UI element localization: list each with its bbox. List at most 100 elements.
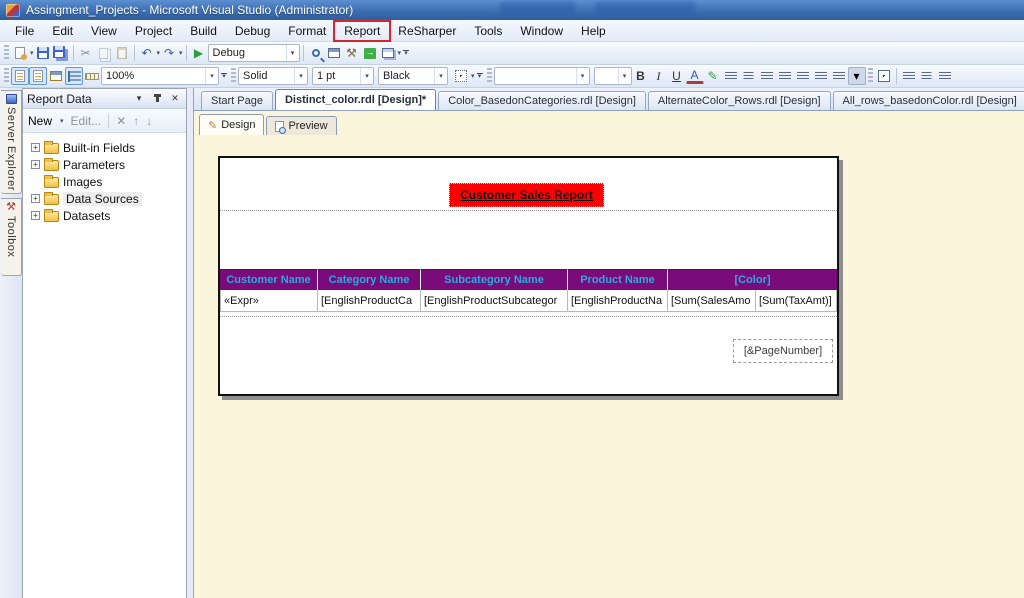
align-lefts-icon[interactable] — [900, 67, 918, 85]
delete-icon[interactable]: ✕ — [116, 114, 126, 128]
expand-icon[interactable]: + — [31, 211, 40, 220]
combo-dropdown-icon[interactable]: ▾ — [294, 68, 307, 84]
combo-dropdown-icon[interactable]: ▾ — [205, 68, 218, 84]
align-centers-icon[interactable] — [918, 67, 936, 85]
toolbox-tab[interactable]: ⚒ Toolbox — [1, 198, 22, 276]
tab-preview[interactable]: Preview — [266, 116, 336, 135]
formatting-dropdown-icon[interactable]: ▾ — [848, 67, 866, 85]
expand-icon[interactable]: + — [31, 160, 40, 169]
menu-file[interactable]: File — [6, 22, 43, 40]
menu-format[interactable]: Format — [279, 22, 335, 40]
snap-to-grid-icon[interactable] — [875, 67, 893, 85]
tree-item-data-sources[interactable]: + Data Sources — [31, 190, 186, 207]
tree-item-images[interactable]: Images — [31, 173, 186, 190]
menu-tools[interactable]: Tools — [465, 22, 511, 40]
other-windows-icon[interactable] — [379, 44, 397, 62]
report-properties-icon[interactable] — [47, 67, 65, 85]
increase-indent-icon[interactable] — [830, 67, 848, 85]
border-style-combo[interactable]: Solid ▾ — [238, 67, 308, 85]
move-down-icon[interactable]: ↓ — [146, 114, 152, 128]
align-center-icon[interactable] — [740, 67, 758, 85]
tab-color-basedoncategories[interactable]: Color_BasedonCategories.rdl [Design] — [438, 91, 646, 110]
tools-icon[interactable]: ⚒ — [343, 44, 361, 62]
tab-all-rows-basedoncolor[interactable]: All_rows_basedonColor.rdl [Design] — [833, 91, 1024, 110]
report-table[interactable]: Customer Name Category Name Subcategory … — [220, 269, 837, 312]
align-rights-icon[interactable] — [936, 67, 954, 85]
report-title-textbox[interactable]: Customer Sales Report — [449, 183, 604, 207]
cut-icon[interactable]: ✂ — [77, 44, 95, 62]
cell-sum-sales-amount[interactable]: [Sum(SalesAmo — [668, 290, 756, 312]
menu-window[interactable]: Window — [511, 22, 572, 40]
column-header-customer-name[interactable]: Customer Name — [220, 269, 318, 290]
redo-icon[interactable]: ↷ — [160, 44, 178, 62]
column-header-color[interactable]: [Color] — [668, 269, 837, 290]
font-color-icon[interactable]: A — [686, 68, 704, 84]
report-data-panel-header[interactable]: Report Data ▾ ✕ — [23, 89, 186, 109]
report-header-toggle-icon[interactable] — [11, 67, 29, 85]
solution-configurations-combo[interactable]: Debug ▾ — [208, 44, 300, 62]
toolbar-overflow-icon[interactable]: ▾ — [401, 44, 411, 62]
server-explorer-tab[interactable]: Server Explorer — [1, 90, 22, 194]
borders-icon[interactable] — [452, 67, 470, 85]
expand-icon[interactable]: + — [31, 143, 40, 152]
tree-item-parameters[interactable]: + Parameters — [31, 156, 186, 173]
font-name-combo[interactable]: ▾ — [494, 67, 590, 85]
combo-dropdown-icon[interactable]: ▾ — [618, 68, 631, 84]
toolbar-grip[interactable] — [868, 68, 873, 84]
align-right-icon[interactable] — [758, 67, 776, 85]
menu-resharper[interactable]: ReSharper — [389, 22, 465, 40]
tree-item-built-in-fields[interactable]: + Built-in Fields — [31, 139, 186, 156]
tab-distinct-color[interactable]: Distinct_color.rdl [Design]* — [275, 89, 436, 110]
combo-dropdown-icon[interactable]: ▾ — [286, 45, 299, 61]
panel-window-menu-icon[interactable]: ▾ — [132, 93, 146, 104]
navigate-icon[interactable] — [361, 44, 379, 62]
copy-icon[interactable] — [95, 44, 113, 62]
background-color-icon[interactable]: ✎ — [704, 67, 722, 85]
toolbar-overflow-icon[interactable]: ▾ — [219, 67, 229, 85]
combo-dropdown-icon[interactable]: ▾ — [576, 68, 589, 84]
menu-debug[interactable]: Debug — [226, 22, 279, 40]
cell-english-product-subcategory[interactable]: [EnglishProductSubcategor — [421, 290, 568, 312]
page-number-textbox[interactable]: [&PageNumber] — [733, 339, 833, 363]
cell-sum-tax-amount[interactable]: [Sum(TaxAmt)] — [756, 290, 837, 312]
tab-start-page[interactable]: Start Page — [201, 91, 273, 110]
expand-icon[interactable]: + — [31, 194, 40, 203]
toolbar-grip[interactable] — [4, 45, 9, 61]
panel-pin-icon[interactable] — [150, 94, 164, 104]
new-item-dropdown-icon[interactable]: ▾ — [30, 49, 34, 57]
font-size-combo[interactable]: ▾ — [594, 67, 632, 85]
border-color-combo[interactable]: Black ▾ — [378, 67, 448, 85]
column-header-subcategory-name[interactable]: Subcategory Name — [421, 269, 568, 290]
toolbar-grip[interactable] — [231, 68, 236, 84]
ruler-icon[interactable] — [83, 67, 101, 85]
properties-window-icon[interactable] — [325, 44, 343, 62]
find-in-files-icon[interactable] — [307, 44, 325, 62]
new-button[interactable]: New — [28, 114, 52, 128]
report-page[interactable]: Customer Sales Report Customer Name Cate… — [218, 156, 839, 396]
column-header-product-name[interactable]: Product Name — [568, 269, 668, 290]
menu-build[interactable]: Build — [181, 22, 226, 40]
align-left-icon[interactable] — [722, 67, 740, 85]
toolbar-grip[interactable] — [487, 68, 492, 84]
menu-view[interactable]: View — [82, 22, 126, 40]
tree-item-datasets[interactable]: + Datasets — [31, 207, 186, 224]
numbered-list-icon[interactable] — [776, 67, 794, 85]
border-width-combo[interactable]: 1 pt ▾ — [312, 67, 374, 85]
grouping-pane-icon[interactable] — [65, 67, 83, 85]
cell-expr[interactable]: «Expr» — [220, 290, 318, 312]
bold-icon[interactable]: B — [632, 67, 650, 85]
toolbar-grip[interactable] — [4, 68, 9, 84]
redo-dropdown-icon[interactable]: ▾ — [179, 49, 183, 57]
decrease-indent-icon[interactable] — [812, 67, 830, 85]
paste-icon[interactable] — [113, 44, 131, 62]
underline-icon[interactable]: U — [668, 67, 686, 85]
italic-icon[interactable]: I — [650, 67, 668, 85]
panel-close-icon[interactable]: ✕ — [168, 93, 182, 104]
combo-dropdown-icon[interactable]: ▾ — [434, 68, 447, 84]
cell-english-product-category[interactable]: [EnglishProductCa — [318, 290, 421, 312]
combo-dropdown-icon[interactable]: ▾ — [360, 68, 373, 84]
tab-design[interactable]: ✎ Design — [199, 114, 264, 135]
undo-icon[interactable]: ↶ — [138, 44, 156, 62]
cell-english-product-name[interactable]: [EnglishProductNa — [568, 290, 668, 312]
menu-help[interactable]: Help — [572, 22, 615, 40]
